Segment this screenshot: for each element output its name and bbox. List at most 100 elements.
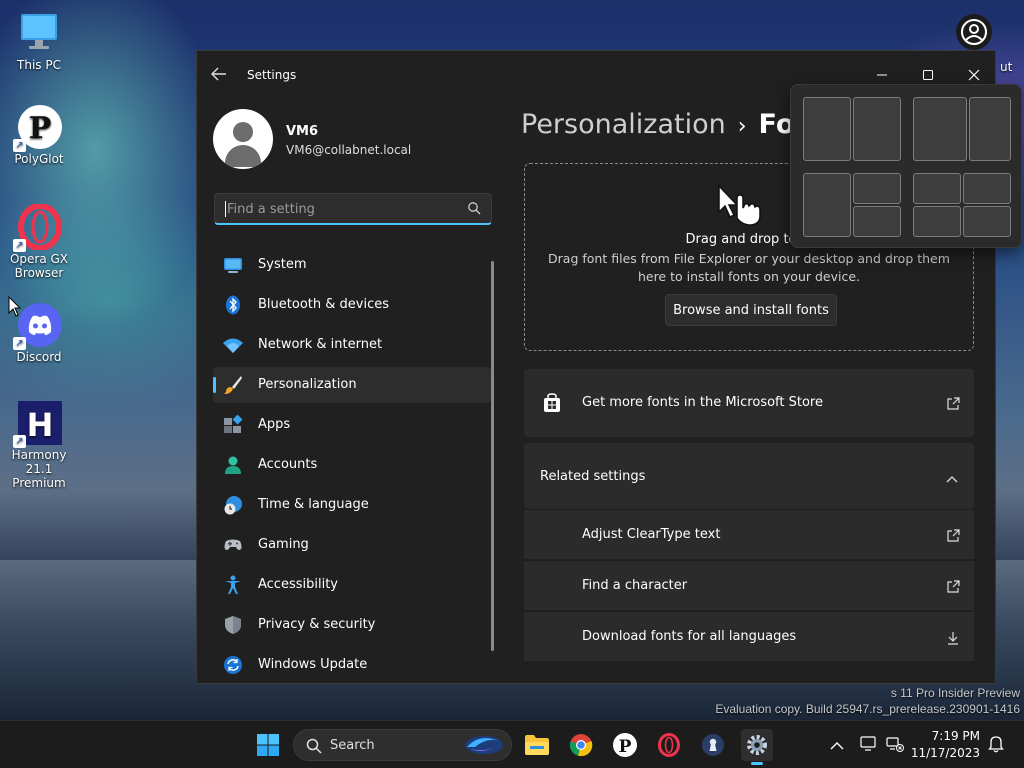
breadcrumb: Personalization › Fo <box>521 109 794 140</box>
update-icon <box>223 655 243 675</box>
chrome-icon <box>569 734 593 757</box>
svg-text:P: P <box>29 111 52 146</box>
monitor-icon <box>17 10 61 54</box>
desktop-icon-this-pc[interactable]: This PC <box>2 10 76 72</box>
wifi-icon <box>223 335 243 355</box>
snap-zone[interactable] <box>853 97 901 161</box>
clock-time[interactable]: 7:19 PM <box>918 729 980 743</box>
sidebar-item-apps[interactable]: Apps <box>213 407 491 443</box>
gamepad-icon <box>223 535 243 555</box>
desktop-user-button[interactable] <box>956 14 992 50</box>
close-icon <box>968 69 980 81</box>
snap-zone[interactable] <box>963 173 1011 204</box>
microsoft-store-card[interactable]: Get more fonts in the Microsoft Store <box>524 369 974 437</box>
chevron-right-icon: › <box>737 114 747 139</box>
sidebar-scrollbar[interactable] <box>491 261 494 651</box>
taskbar-opera-gx[interactable] <box>653 729 685 761</box>
user-name: VM6 <box>286 124 319 139</box>
sidebar-item-label: Accounts <box>258 457 318 472</box>
store-icon <box>542 393 562 413</box>
taskbar-file-explorer[interactable] <box>521 729 553 761</box>
notifications-button[interactable] <box>988 735 1006 753</box>
search-icon <box>306 738 322 754</box>
tray-network-icon[interactable] <box>886 736 904 752</box>
snap-zone[interactable] <box>803 173 851 237</box>
taskbar-settings[interactable] <box>741 729 773 765</box>
related-item-label: Find a character <box>582 578 688 593</box>
snap-zone[interactable] <box>913 173 961 204</box>
sidebar-item-bluetooth[interactable]: Bluetooth & devices <box>213 287 491 323</box>
apps-icon <box>223 414 243 435</box>
store-card-label: Get more fonts in the Microsoft Store <box>582 395 823 410</box>
sidebar-item-label: Time & language <box>258 497 369 512</box>
snap-zone[interactable] <box>963 206 1011 237</box>
related-item-download-fonts[interactable]: Download fonts for all languages <box>524 611 974 661</box>
watermark-line2: Evaluation copy. Build 25947.rs_prerelea… <box>715 702 1020 716</box>
related-settings-title: Related settings <box>540 469 646 484</box>
sidebar-item-windows-update[interactable]: Windows Update <box>213 647 491 683</box>
shortcut-arrow-icon: ↗ <box>13 239 26 252</box>
harmony-icon: H ↗ <box>13 400 62 448</box>
sidebar-item-gaming[interactable]: Gaming <box>213 527 491 563</box>
search-placeholder: Find a setting <box>227 202 315 217</box>
drop-zone-description: Drag font files from File Explorer or yo… <box>548 251 950 284</box>
opera-gx-icon: ↗ <box>13 203 62 252</box>
desktop-icon-label: PolyGlot <box>14 152 64 166</box>
shield-icon <box>223 615 243 635</box>
related-item-cleartype[interactable]: Adjust ClearType text <box>524 509 974 559</box>
tray-display-icon[interactable] <box>860 736 878 752</box>
taskbar-chrome[interactable] <box>565 729 597 761</box>
clock-date[interactable]: 11/17/2023 <box>908 746 980 760</box>
taskbar-search-box[interactable]: Search <box>293 729 512 761</box>
sidebar-item-system[interactable]: System <box>213 247 491 283</box>
svg-text:H: H <box>27 406 54 444</box>
desktop-icon-label: Discord <box>16 350 62 364</box>
taskbar: Search P 7:19 PM 11/17/2023 <box>0 720 1024 768</box>
keyhole-shield-icon <box>702 734 724 756</box>
related-item-find-character[interactable]: Find a character <box>524 560 974 610</box>
snap-zone[interactable] <box>853 206 901 237</box>
desktop-icon-harmony[interactable]: H ↗ Harmony 21.1 Premium <box>2 400 76 490</box>
snap-zone[interactable] <box>913 97 967 161</box>
taskbar-vpn-app[interactable] <box>697 729 729 761</box>
window-title: Settings <box>247 68 297 82</box>
snap-layout-main-side-stack <box>803 173 903 239</box>
external-link-icon <box>946 579 960 593</box>
desktop-icon-polyglot[interactable]: P ↗ PolyGlot <box>2 104 76 166</box>
sidebar-item-network[interactable]: Network & internet <box>213 327 491 363</box>
snap-zone[interactable] <box>853 173 901 204</box>
snap-zone[interactable] <box>803 97 851 161</box>
sidebar-item-accounts[interactable]: Accounts <box>213 447 491 483</box>
back-button[interactable] <box>211 67 231 83</box>
browse-install-fonts-button[interactable]: Browse and install fonts <box>665 294 837 326</box>
polyglot-icon: P ↗ <box>13 104 62 152</box>
sidebar-item-label: Accessibility <box>258 577 338 592</box>
start-button[interactable] <box>252 729 284 761</box>
text-caret <box>225 201 226 217</box>
sidebar-item-privacy[interactable]: Privacy & security <box>213 607 491 643</box>
snap-zone[interactable] <box>969 97 1011 161</box>
user-profile[interactable]: VM6 VM6@collabnet.local <box>213 109 493 171</box>
sidebar-item-personalization[interactable]: Personalization <box>213 367 491 403</box>
snap-zone[interactable] <box>913 206 961 237</box>
breadcrumb-parent[interactable]: Personalization <box>521 109 726 140</box>
avatar <box>213 109 273 169</box>
search-input[interactable]: Find a setting <box>214 193 492 225</box>
sidebar-item-accessibility[interactable]: Accessibility <box>213 567 491 603</box>
desktop-icon-label: Opera GX Browser <box>9 252 69 280</box>
shortcut-arrow-icon: ↗ <box>13 435 26 448</box>
drag-hand-icon <box>715 184 771 228</box>
desktop-icon-opera-gx[interactable]: ↗ Opera GX Browser <box>2 203 76 280</box>
arrow-left-icon <box>211 67 226 81</box>
folder-icon <box>525 735 549 755</box>
related-settings-header[interactable]: Related settings <box>524 443 974 509</box>
tray-overflow-button[interactable] <box>830 737 846 751</box>
person-circle-icon <box>961 19 987 45</box>
sidebar-item-time-language[interactable]: Time & language <box>213 487 491 523</box>
shortcut-arrow-icon: ↗ <box>13 139 26 152</box>
accessibility-icon <box>223 575 243 595</box>
taskbar-polyglot[interactable]: P <box>609 729 641 761</box>
windows-logo-icon <box>257 734 279 756</box>
minimize-icon <box>877 74 887 76</box>
sidebar-item-label: Windows Update <box>258 657 368 672</box>
